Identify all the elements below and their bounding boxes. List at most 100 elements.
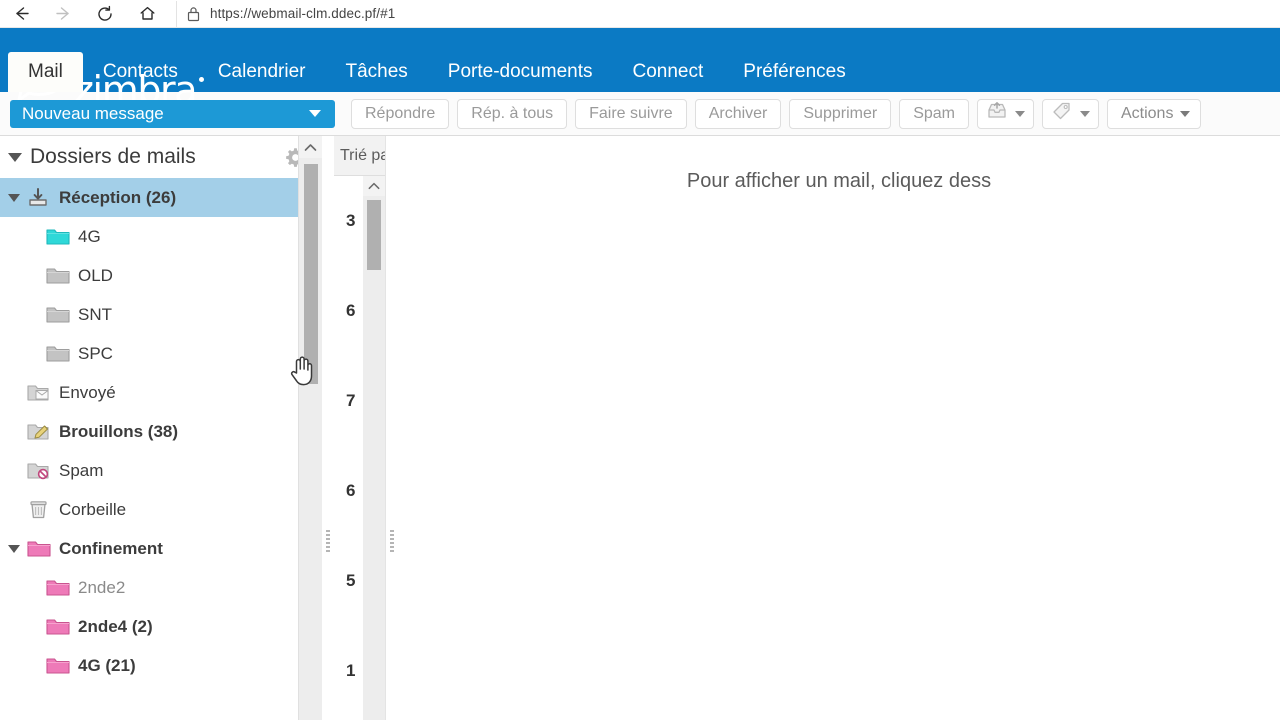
- delete-label: Supprimer: [803, 104, 878, 122]
- sidebar-item-label: 2nde4 (2): [78, 616, 153, 636]
- forward-button[interactable]: [42, 0, 84, 28]
- folders-header: Dossiers de mails: [0, 136, 322, 178]
- chevron-down-icon[interactable]: [309, 110, 321, 117]
- chevron-down-icon[interactable]: [1014, 110, 1025, 117]
- sent-folder-icon: [26, 382, 54, 403]
- back-button[interactable]: [0, 0, 42, 28]
- home-button[interactable]: [126, 0, 168, 28]
- sidebar-item-label: Spam: [59, 460, 104, 480]
- folder-icon: [45, 343, 73, 364]
- tab-porte-documents-label: Porte-documents: [447, 61, 593, 82]
- new-message-button[interactable]: Nouveau message: [10, 99, 335, 128]
- sidebar-item-confinement[interactable]: Confinement: [0, 529, 322, 568]
- forward-button-mail[interactable]: Faire suivre: [575, 98, 687, 129]
- tab-preferences-label: Préférences: [743, 61, 846, 82]
- actions-label: Actions: [1120, 104, 1174, 122]
- sidebar-item-label: 4G: [78, 226, 101, 246]
- conversation-count: 6: [346, 301, 356, 320]
- sidebar-item-label: 4G (21): [78, 655, 136, 675]
- move-to-folder-icon: [986, 101, 1008, 126]
- new-message-label: Nouveau message: [22, 103, 164, 123]
- sort-by-label: Trié pa: [340, 146, 385, 164]
- browser-toolbar: https://webmail-clm.ddec.pf/#1: [0, 0, 1280, 28]
- sidebar-splitter[interactable]: [322, 136, 334, 720]
- chevron-down-icon[interactable]: [8, 544, 20, 553]
- sidebar-item-corbeille[interactable]: Corbeille: [0, 490, 322, 529]
- home-icon: [138, 4, 157, 23]
- empty-reading-pane-message: Pour afficher un mail, cliquez dess: [686, 170, 992, 192]
- sidebar-item-4g-confinement[interactable]: 4G (21): [0, 646, 322, 685]
- conversation-count: 6: [346, 481, 356, 500]
- sidebar-item-label: Réception (26): [59, 187, 177, 207]
- reload-icon: [96, 5, 114, 23]
- tab-taches-label: Tâches: [345, 61, 408, 82]
- reload-button[interactable]: [84, 0, 126, 28]
- splitter-grip[interactable]: [390, 530, 394, 552]
- message-list-scrollbar[interactable]: [363, 176, 385, 720]
- scrollbar-thumb[interactable]: [367, 200, 381, 270]
- folders-title: Dossiers de mails: [30, 145, 196, 168]
- chevron-down-icon[interactable]: [1079, 110, 1090, 117]
- scrollbar-thumb[interactable]: [304, 164, 318, 384]
- address-bar[interactable]: https://webmail-clm.ddec.pf/#1: [176, 0, 1280, 27]
- archive-label: Archiver: [708, 104, 768, 122]
- app-body: Dossiers de mails Réception (26) 4G OLD …: [0, 136, 1280, 720]
- tab-porte-documents[interactable]: Porte-documents: [428, 52, 613, 92]
- folder-icon: [45, 265, 73, 286]
- tab-connect[interactable]: Connect: [612, 52, 723, 92]
- conversation-count: 5: [346, 571, 356, 590]
- sidebar-item-4g[interactable]: 4G: [0, 217, 322, 256]
- conversation-count: 1: [346, 661, 356, 680]
- sidebar-item-label: SPC: [78, 343, 113, 363]
- sidebar-scrollbar[interactable]: [298, 136, 322, 720]
- message-list-splitter[interactable]: [386, 136, 398, 720]
- sidebar-item-spc[interactable]: SPC: [0, 334, 322, 373]
- spam-button[interactable]: Spam: [899, 98, 969, 129]
- sidebar-item-label: Corbeille: [59, 499, 127, 519]
- delete-button[interactable]: Supprimer: [789, 98, 892, 129]
- archive-button[interactable]: Archiver: [694, 98, 782, 129]
- lock-icon: [187, 6, 200, 22]
- reply-all-label: Rép. à tous: [471, 104, 554, 122]
- tag-button[interactable]: [1041, 98, 1099, 129]
- drafts-folder-icon: [26, 421, 54, 442]
- reply-button[interactable]: Répondre: [351, 98, 450, 129]
- forward-label: Faire suivre: [589, 104, 673, 122]
- sidebar-item-envoye[interactable]: Envoyé: [0, 373, 322, 412]
- sidebar-item-brouillons[interactable]: Brouillons (38): [0, 412, 322, 451]
- tab-contacts[interactable]: Contacts: [83, 52, 198, 92]
- move-to-folder-button[interactable]: [976, 98, 1034, 129]
- sidebar-item-snt[interactable]: SNT: [0, 295, 322, 334]
- sidebar-item-old[interactable]: OLD: [0, 256, 322, 295]
- trash-icon: [26, 499, 54, 520]
- tab-contacts-label: Contacts: [102, 61, 178, 82]
- sidebar-item-spam[interactable]: Spam: [0, 451, 322, 490]
- forward-arrow-icon: [54, 4, 73, 23]
- splitter-grip[interactable]: [326, 530, 330, 552]
- chevron-up-icon[interactable]: [299, 136, 322, 158]
- tab-mail-label: Mail: [28, 61, 63, 82]
- sidebar-item-2nde4[interactable]: 2nde4 (2): [0, 607, 322, 646]
- tab-preferences[interactable]: Préférences: [723, 52, 865, 92]
- sidebar-item-2nde2[interactable]: 2nde2: [0, 568, 322, 607]
- chevron-down-icon[interactable]: [8, 152, 22, 162]
- tab-taches[interactable]: Tâches: [325, 52, 427, 92]
- folder-icon: [45, 226, 73, 247]
- sort-by-header[interactable]: Trié pa: [334, 136, 385, 176]
- tab-mail[interactable]: Mail: [8, 52, 83, 92]
- tag-icon: [1051, 101, 1073, 126]
- back-arrow-icon: [12, 4, 31, 23]
- folder-icon: [45, 577, 73, 598]
- reply-label: Répondre: [365, 104, 436, 122]
- zimbra-header: zimbra A SYNACOR PRODUCT Mail Contacts C…: [0, 28, 1280, 118]
- conversation-count: 7: [346, 391, 356, 410]
- reply-all-button[interactable]: Rép. à tous: [457, 98, 568, 129]
- chevron-down-icon[interactable]: [1180, 110, 1191, 117]
- chevron-down-icon[interactable]: [8, 193, 20, 202]
- sidebar-item-label: Envoyé: [59, 382, 116, 402]
- spam-folder-icon: [26, 460, 54, 481]
- chevron-up-icon[interactable]: [363, 176, 385, 196]
- tab-calendrier[interactable]: Calendrier: [198, 52, 326, 92]
- sidebar-item-reception[interactable]: Réception (26): [0, 178, 322, 217]
- actions-button[interactable]: Actions: [1106, 98, 1202, 129]
